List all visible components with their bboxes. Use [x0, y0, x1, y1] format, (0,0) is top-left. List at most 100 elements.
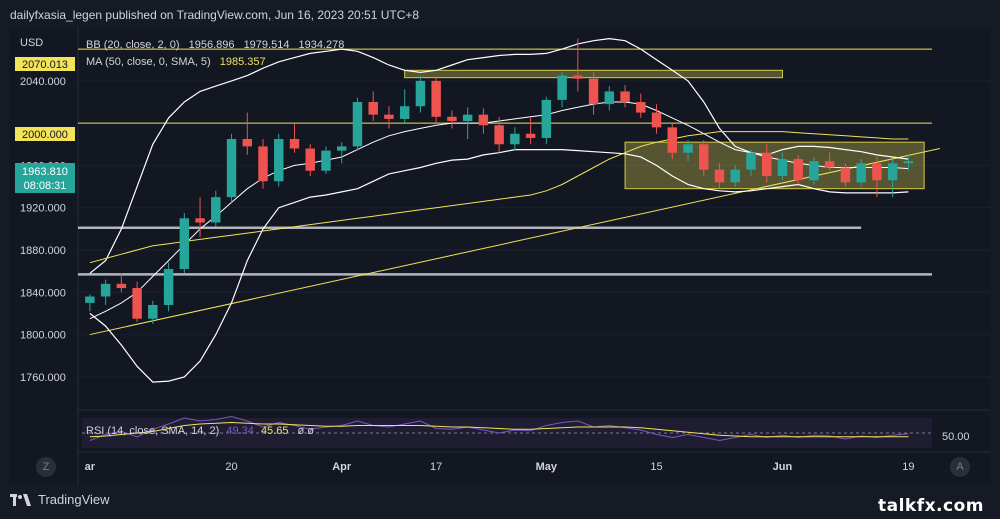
candle-body — [777, 159, 788, 176]
svg-text:2070.013: 2070.013 — [22, 59, 68, 71]
rsi-value: 49.34 — [226, 425, 254, 437]
candle-body — [195, 218, 205, 223]
candle-body — [321, 150, 331, 171]
candle-body — [211, 197, 221, 223]
chart-panel[interactable]: 2040.0001960.0001920.0001880.0001840.000… — [10, 28, 990, 484]
y-tick-label: 1840.000 — [20, 287, 66, 299]
candle-body — [809, 161, 819, 181]
candle-body — [525, 133, 536, 138]
candle-body — [289, 139, 300, 149]
candle-body — [305, 148, 315, 171]
candle-body — [636, 102, 646, 113]
ma-legend[interactable]: MA (50, close, 0, SMA, 5) 1985.357 — [86, 56, 266, 68]
candle-body — [620, 91, 630, 102]
x-tick-label: ar — [85, 461, 96, 473]
attribution-text: dailyfxasia_legen published on TradingVi… — [10, 8, 420, 22]
bb-legend-label: BB (20, close, 2, 0) — [86, 39, 180, 51]
y-tick-label: 2040.000 — [20, 76, 66, 88]
candle-body — [730, 169, 740, 183]
candle-countdown: 08:08:31 — [24, 180, 67, 192]
candle-body — [793, 159, 803, 181]
x-tick-label: 15 — [650, 461, 662, 473]
candle-body — [368, 102, 378, 115]
candle-body — [431, 80, 441, 117]
candle-body — [557, 75, 567, 100]
candle-body — [85, 296, 95, 303]
candle-body — [352, 102, 363, 147]
candle-body — [242, 139, 252, 147]
candle-body — [824, 161, 835, 168]
rsi-level-label: 50.00 — [942, 431, 970, 443]
candle-body — [478, 114, 489, 126]
candle-body — [100, 283, 111, 297]
ma-value: 1985.357 — [220, 56, 266, 68]
candle-body — [887, 163, 898, 181]
timezone-icon[interactable]: Z — [36, 457, 56, 477]
footer: TradingView — [10, 492, 110, 507]
bb-basis-value: 1956.896 — [189, 39, 235, 51]
y-tick-label: 1760.000 — [20, 372, 66, 384]
candle-body — [746, 152, 756, 170]
candle-body — [258, 146, 268, 182]
badge-level-2000: 2000.000 — [15, 127, 75, 141]
bb-legend[interactable]: BB (20, close, 2, 0) 1956.896 1979.514 1… — [86, 39, 344, 51]
candle-body — [588, 78, 599, 105]
rsi-ma-value: 45.65 — [261, 425, 289, 437]
candle-body — [148, 304, 158, 319]
candle-body — [399, 106, 410, 119]
rsi-extra: ø ø — [298, 425, 315, 437]
candle-body — [510, 133, 520, 145]
candle-body — [337, 146, 347, 151]
candle-body — [274, 139, 284, 182]
x-tick-label: May — [536, 461, 558, 473]
candle-body — [903, 161, 914, 164]
candle-body — [714, 169, 725, 183]
x-tick-label: Jun — [773, 461, 793, 473]
candle-body — [872, 163, 882, 181]
candle-body — [856, 163, 866, 183]
candle-body — [226, 139, 237, 198]
badge-last-price: 1963.810 08:08:31 — [15, 163, 75, 193]
candle-body — [840, 167, 851, 183]
x-tick-label: 20 — [225, 461, 237, 473]
auto-scale-icon[interactable]: A — [950, 457, 970, 477]
bb-lower-value: 1934.278 — [299, 39, 345, 51]
candle-body — [699, 144, 709, 170]
candle-body — [447, 116, 457, 122]
candle-body — [573, 75, 583, 79]
ma-legend-label: MA (50, close, 0, SMA, 5) — [86, 56, 211, 68]
candle-body — [762, 152, 772, 176]
last-price: 1963.810 — [22, 166, 68, 178]
candle-body — [179, 218, 190, 270]
bb-upper-value: 1979.514 — [244, 39, 290, 51]
watermark: talkfx.com — [877, 496, 984, 516]
candle-body — [415, 80, 426, 107]
candle-body — [494, 125, 504, 145]
y-tick-label: 1800.000 — [20, 330, 66, 342]
svg-text:2000.000: 2000.000 — [22, 129, 68, 141]
currency-label: USD — [20, 37, 43, 49]
candle-body — [683, 144, 693, 153]
candle-body — [384, 114, 394, 119]
candle-body — [132, 288, 142, 319]
tradingview-logo-icon — [10, 493, 31, 506]
candle-body — [163, 269, 174, 305]
rsi-legend[interactable]: RSI (14, close, SMA, 14, 2) 49.34 45.65 … — [86, 425, 314, 437]
x-tick-label: 19 — [902, 461, 914, 473]
badge-level-2070: 2070.013 — [15, 57, 75, 71]
levels-layer — [78, 48, 940, 336]
brand-name: TradingView — [38, 492, 110, 507]
x-tick-label: Apr — [332, 461, 352, 473]
candle-body — [604, 91, 615, 105]
candle-body — [116, 283, 127, 289]
candle-body — [462, 114, 473, 122]
rsi-legend-label: RSI (14, close, SMA, 14, 2) — [86, 425, 219, 437]
candle-body — [667, 127, 677, 153]
y-tick-label: 1880.000 — [20, 245, 66, 257]
y-tick-label: 1920.000 — [20, 203, 66, 215]
chart-svg[interactable]: 2040.0001960.0001920.0001880.0001840.000… — [10, 28, 990, 484]
grid-layer — [77, 28, 990, 484]
candle-body — [651, 112, 662, 128]
candle-body — [541, 99, 552, 138]
x-tick-label: 17 — [430, 461, 442, 473]
